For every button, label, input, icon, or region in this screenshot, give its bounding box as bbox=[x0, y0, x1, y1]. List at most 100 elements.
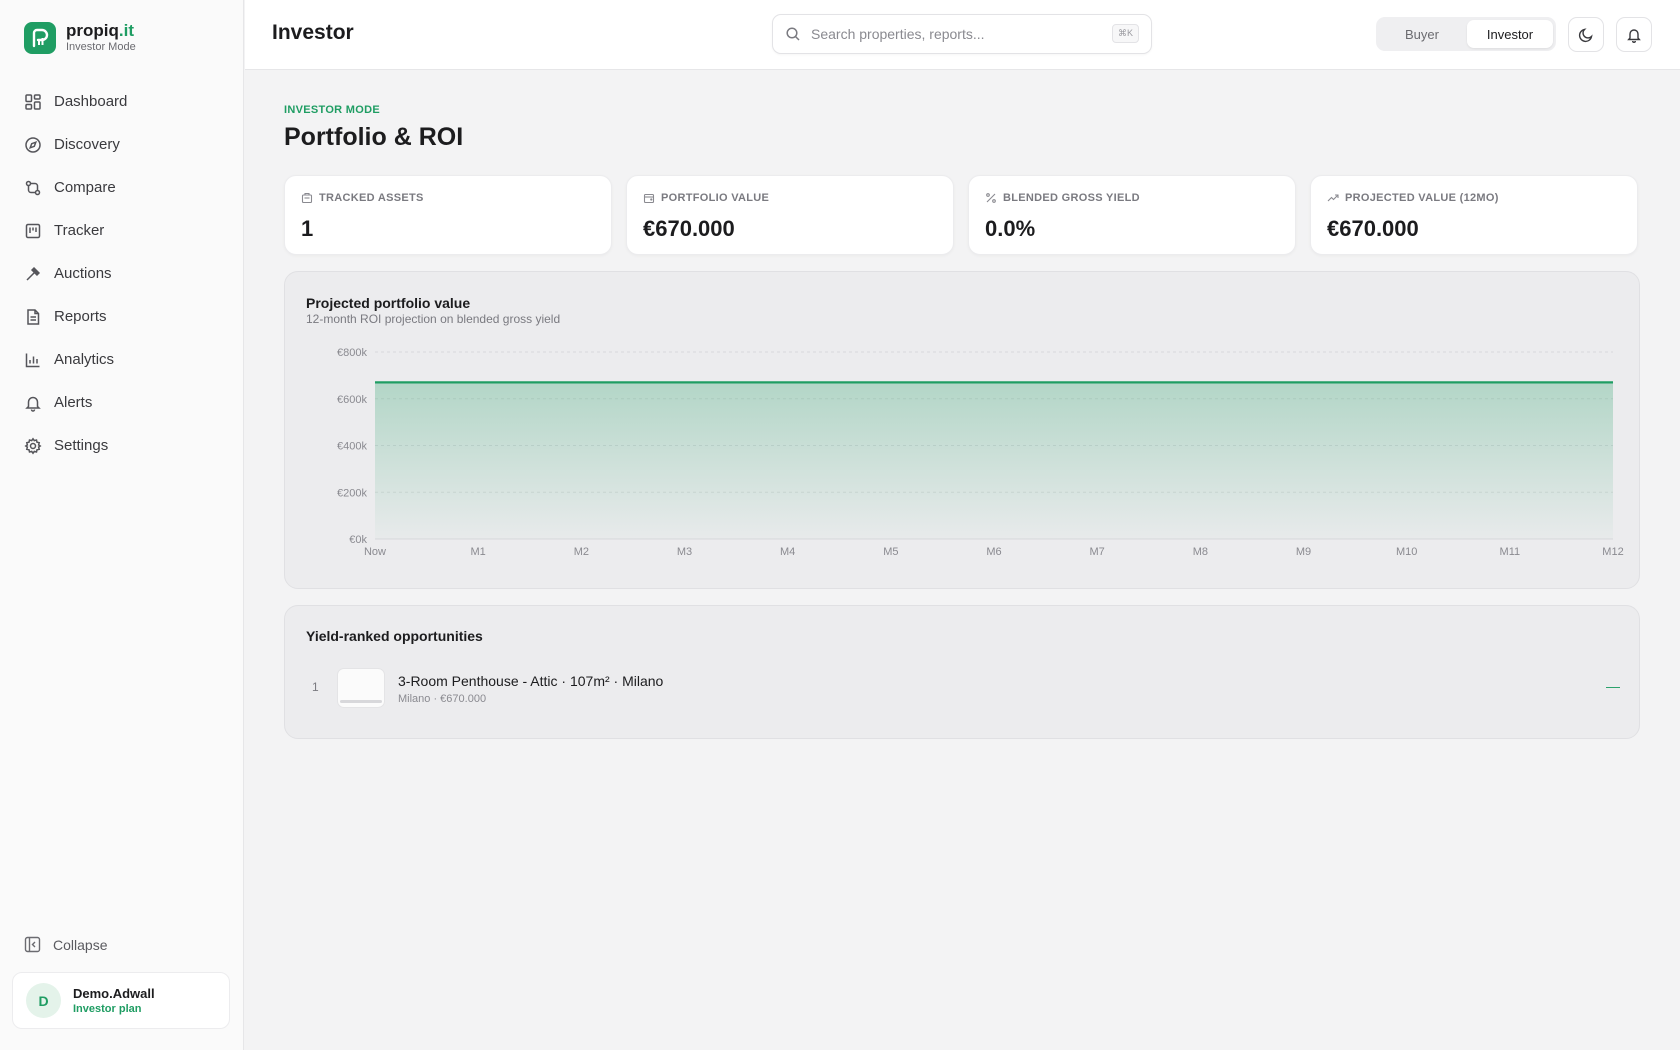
y-tick-label: €400k bbox=[337, 441, 367, 453]
sidebar-item-discovery[interactable]: Discovery bbox=[12, 123, 232, 166]
avatar: D bbox=[26, 983, 61, 1018]
mode-investor-button[interactable]: Investor bbox=[1467, 20, 1553, 48]
y-tick-label: €200k bbox=[337, 487, 367, 499]
stat-label: PROJECTED VALUE (12MO) bbox=[1345, 192, 1499, 204]
notifications-button[interactable] bbox=[1616, 17, 1652, 52]
collapse-button[interactable]: Collapse bbox=[24, 936, 107, 953]
percent-icon bbox=[986, 193, 996, 203]
stat-card-portfolio-value: PORTFOLIO VALUE €670.000 bbox=[626, 175, 954, 255]
gavel-icon bbox=[26, 266, 41, 281]
trending-up-icon bbox=[1327, 194, 1339, 202]
document-icon bbox=[27, 308, 40, 325]
portfolio-chart: €0k €200k €400k €600k €800k Now M1 M2 M3 M4 M5 M6 M7… bbox=[337, 347, 1624, 558]
sidebar-item-label: Analytics bbox=[54, 351, 115, 368]
x-tick-label: M2 bbox=[574, 546, 589, 558]
property-thumbnail bbox=[337, 668, 385, 708]
mode-toggle: Buyer Investor bbox=[1376, 17, 1556, 51]
sidebar-item-label: Settings bbox=[54, 437, 109, 454]
mode-buyer-button[interactable]: Buyer bbox=[1379, 20, 1465, 48]
x-tick-label: M4 bbox=[780, 546, 795, 558]
header-title: Investor bbox=[272, 21, 354, 44]
x-tick-label: M1 bbox=[471, 546, 486, 558]
kanban-icon bbox=[25, 223, 41, 238]
y-tick-label: €600k bbox=[337, 394, 367, 406]
x-tick-label: M8 bbox=[1193, 546, 1208, 558]
stat-value: €670.000 bbox=[1327, 216, 1419, 241]
sidebar-item-settings[interactable]: Settings bbox=[12, 424, 232, 467]
compare-icon bbox=[25, 180, 41, 195]
sidebar-item-label: Auctions bbox=[54, 265, 112, 282]
sidebar-item-alerts[interactable]: Alerts bbox=[12, 381, 232, 424]
opportunity-name: 3-Room Penthouse - Attic · 107m² · Milan… bbox=[398, 673, 664, 689]
stat-value: €670.000 bbox=[643, 216, 735, 241]
opportunity-rank: 1 bbox=[312, 680, 319, 694]
y-tick-label: €800k bbox=[337, 347, 367, 359]
wallet-icon bbox=[643, 193, 655, 204]
stat-card-projected-value: PROJECTED VALUE (12MO) €670.000 bbox=[1310, 175, 1638, 255]
sidebar-item-label: Dashboard bbox=[54, 93, 128, 110]
collapse-label: Collapse bbox=[53, 936, 108, 953]
x-tick-label: M5 bbox=[883, 546, 898, 558]
x-tick-label: M11 bbox=[1500, 546, 1521, 558]
stat-card-tracked-assets: TRACKED ASSETS 1 bbox=[284, 175, 612, 255]
x-tick-label: Now bbox=[364, 546, 386, 558]
shortcut-hint: ⌘K bbox=[1111, 24, 1139, 43]
sidebar-item-label: Compare bbox=[54, 179, 116, 196]
gear-icon bbox=[24, 437, 42, 454]
sidebar-item-label: Reports bbox=[54, 308, 107, 325]
building-icon bbox=[301, 192, 313, 204]
sidebar-item-dashboard[interactable]: Dashboard bbox=[12, 80, 232, 123]
brand-subtitle: Investor Mode bbox=[66, 41, 136, 53]
user-card[interactable]: D Demo.Adwall Investor plan bbox=[12, 972, 230, 1029]
page-title: Portfolio & ROI bbox=[284, 123, 464, 151]
compass-icon bbox=[25, 136, 41, 153]
stat-value: 0.0% bbox=[985, 216, 1036, 241]
sidebar-item-label: Discovery bbox=[54, 136, 120, 153]
x-tick-label: M3 bbox=[677, 546, 692, 558]
x-tick-label: M6 bbox=[986, 546, 1001, 558]
stat-value: 1 bbox=[301, 216, 314, 241]
sidebar-item-tracker[interactable]: Tracker bbox=[12, 209, 232, 252]
search-box[interactable]: ⌘K bbox=[772, 14, 1152, 54]
sidebar-item-label: Alerts bbox=[54, 394, 93, 411]
sidebar-item-label: Tracker bbox=[54, 222, 105, 239]
user-plan: Investor plan bbox=[73, 1002, 142, 1015]
y-tick-label: €0k bbox=[349, 534, 367, 546]
grid-icon bbox=[25, 93, 41, 110]
theme-toggle-button[interactable] bbox=[1568, 17, 1604, 52]
brand-name: propiq.it bbox=[66, 21, 134, 40]
logo-icon bbox=[24, 22, 56, 54]
opportunity-row[interactable]: 1 3-Room Penthouse - Attic · 107m² · Mil… bbox=[306, 666, 1620, 710]
x-tick-label: M12 bbox=[1602, 546, 1623, 558]
stat-label: PORTFOLIO VALUE bbox=[661, 192, 770, 204]
bell-icon bbox=[25, 396, 41, 412]
x-tick-label: M10 bbox=[1396, 546, 1417, 558]
top-header: Investor ⌘K Buyer Investor bbox=[245, 0, 1680, 70]
x-tick-label: M9 bbox=[1296, 546, 1311, 558]
brand[interactable]: propiq.it Investor Mode bbox=[24, 22, 136, 54]
opportunity-meta: Milano · €670.000 bbox=[398, 693, 487, 705]
bar-chart-icon bbox=[25, 353, 40, 367]
collapse-icon bbox=[24, 936, 41, 953]
sidebar-item-auctions[interactable]: Auctions bbox=[12, 252, 232, 295]
opportunity-yield: — bbox=[1606, 678, 1620, 694]
opportunities-title: Yield-ranked opportunities bbox=[306, 628, 483, 644]
user-name: Demo.Adwall bbox=[73, 985, 155, 1001]
search-input[interactable] bbox=[811, 26, 1101, 42]
search-icon bbox=[786, 27, 800, 41]
page-eyebrow: INVESTOR MODE bbox=[284, 104, 380, 116]
chart-panel: Projected portfolio value 12-month ROI p… bbox=[284, 271, 1640, 589]
x-tick-label: M7 bbox=[1090, 546, 1105, 558]
sidebar: propiq.it Investor Mode Dashboard Discov… bbox=[0, 0, 244, 1050]
stat-card-blended-gross-yield: BLENDED GROSS YIELD 0.0% bbox=[968, 175, 1296, 255]
stat-label: TRACKED ASSETS bbox=[319, 192, 424, 204]
bell-icon bbox=[1627, 28, 1641, 43]
series-area bbox=[375, 382, 1613, 539]
opportunities-panel: Yield-ranked opportunities 1 3-Room Pent… bbox=[284, 605, 1640, 739]
moon-icon bbox=[1578, 27, 1593, 42]
sidebar-nav: Dashboard Discovery Compare Tracker Auct… bbox=[12, 80, 232, 467]
sidebar-item-analytics[interactable]: Analytics bbox=[12, 338, 232, 381]
sidebar-item-reports[interactable]: Reports bbox=[12, 295, 232, 338]
sidebar-item-compare[interactable]: Compare bbox=[12, 166, 232, 209]
stat-label: BLENDED GROSS YIELD bbox=[1003, 192, 1140, 204]
